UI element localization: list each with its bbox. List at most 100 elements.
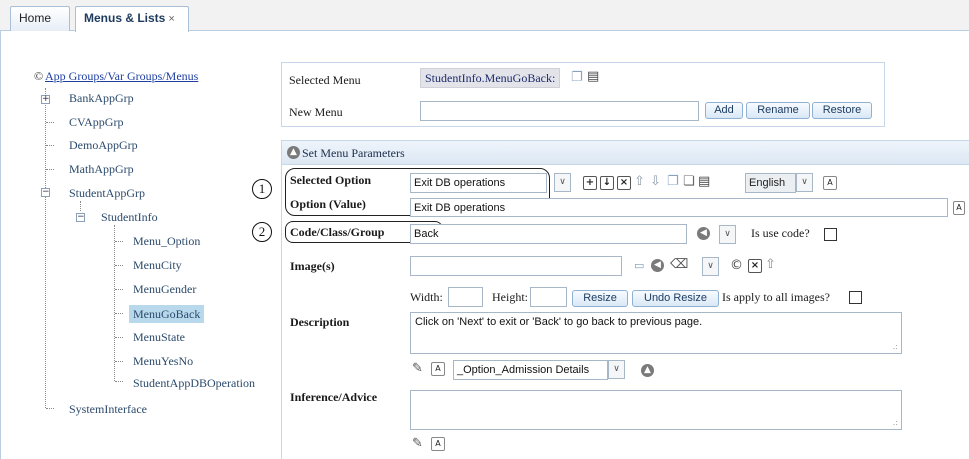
delete-image-icon[interactable]: × (748, 259, 762, 273)
tree-connector (115, 289, 123, 290)
paste-icon[interactable]: ▤ (587, 70, 599, 84)
is-use-code-checkbox[interactable] (824, 228, 837, 241)
tree-item-systeminterface[interactable]: SystemInterface (69, 401, 147, 417)
move-down-icon[interactable]: ⇩ (650, 175, 661, 189)
insert-option-icon[interactable]: ↓ (600, 176, 614, 190)
resize-grip-icon[interactable]: .: (893, 342, 898, 351)
add-button[interactable]: Add (705, 102, 743, 119)
inference-label: Inference/Advice (290, 390, 378, 404)
inference-textarea[interactable]: .: (410, 390, 902, 430)
chevron-down-icon[interactable]: ∨ (702, 257, 719, 276)
images-label: Image(s) (290, 259, 335, 273)
collapse-up-icon[interactable]: ▲ (287, 146, 300, 159)
tree-connector (46, 408, 54, 409)
apply-all-checkbox[interactable] (849, 291, 862, 304)
chevron-left-icon[interactable]: ◀ (697, 227, 710, 240)
tree-item-menugoback[interactable]: MenuGoBack (129, 305, 205, 323)
tree-connector (115, 313, 123, 314)
marker-2: 2 (252, 222, 272, 242)
tab-menus-lists[interactable]: Menus & Lists × (75, 6, 189, 32)
tree-connector (115, 337, 123, 338)
menu-tree: © App Groups/Var Groups/Menus + BankAppG… (0, 31, 275, 459)
width-input[interactable] (448, 287, 483, 307)
spellcheck-icon[interactable]: A (431, 362, 445, 376)
tab-home[interactable]: Home (10, 6, 70, 31)
tree-connector (46, 122, 54, 123)
tree-item-menucity[interactable]: MenuCity (133, 257, 182, 273)
tree-item-menuyesno[interactable]: MenuYesNo (133, 353, 193, 369)
undo-resize-button[interactable]: Undo Resize (632, 290, 719, 307)
height-input[interactable] (530, 287, 567, 307)
tree-connector (114, 225, 115, 381)
code-label: Code/Class/Group (290, 225, 385, 239)
rename-button[interactable]: Rename (746, 102, 810, 119)
marker-1: 1 (252, 179, 272, 199)
language-select[interactable]: English (745, 173, 796, 193)
image-icon[interactable]: ▭ (634, 259, 644, 273)
tree-root[interactable]: App Groups/Var Groups/Menus (45, 68, 198, 84)
tree-item-studentappgrp[interactable]: StudentAppGrp (69, 185, 145, 201)
tab-home-label: Home (19, 11, 52, 25)
collapse-icon[interactable]: − (76, 213, 85, 222)
edit-icon[interactable]: ✎ (412, 437, 423, 451)
duplicate-icon[interactable]: ❏ (683, 175, 695, 189)
copyright-icon[interactable]: © (730, 259, 743, 273)
tree-item-bankappgrp[interactable]: BankAppGrp (69, 90, 134, 106)
tree-item-mathappgrp[interactable]: MathAppGrp (69, 161, 134, 177)
tree-item-demoappgrp[interactable]: DemoAppGrp (69, 137, 138, 153)
edit-icon[interactable]: ✎ (412, 362, 423, 376)
selected-option-label: Selected Option (290, 173, 371, 187)
tree-connector (80, 201, 81, 211)
resize-button[interactable]: Resize (572, 290, 628, 307)
code-input[interactable]: Back (410, 224, 687, 244)
new-menu-input[interactable] (420, 101, 699, 121)
tree-connector (115, 265, 123, 266)
tree-connector (45, 88, 46, 408)
tab-menus-lists-label: Menus & Lists (84, 11, 166, 25)
restore-button[interactable]: Restore (812, 102, 872, 119)
selected-option-select[interactable]: Exit DB operations (410, 173, 547, 193)
tree-connector (46, 145, 54, 146)
description-textarea[interactable]: Click on 'Next' to exit or 'Back' to go … (410, 312, 902, 354)
tree-item-menustate[interactable]: MenuState (133, 329, 185, 345)
height-label: Height: (492, 290, 528, 304)
description-text: Click on 'Next' to exit or 'Back' to go … (415, 316, 703, 328)
selected-menu-label: Selected Menu (289, 73, 361, 87)
chevron-down-icon[interactable]: ∨ (608, 360, 625, 379)
delete-option-icon[interactable]: × (617, 176, 631, 190)
tree-item-studentinfo[interactable]: StudentInfo (101, 209, 158, 225)
chevron-down-icon[interactable]: ∨ (554, 173, 571, 192)
spellcheck-icon[interactable]: A (953, 201, 965, 215)
option-value-label: Option (Value) (290, 197, 366, 211)
add-option-icon[interactable]: + (583, 176, 597, 190)
apply-all-label: Is apply to all images? (722, 290, 830, 304)
expand-icon[interactable]: + (41, 95, 50, 104)
chevron-down-icon[interactable]: ∨ (719, 225, 736, 244)
params-header[interactable]: ▲ Set Menu Parameters (282, 141, 969, 165)
spellcheck-icon[interactable]: A (823, 176, 837, 190)
template-select[interactable]: _Option_Admission Details (453, 360, 608, 380)
backspace-icon[interactable]: ⌫ (670, 258, 688, 272)
is-use-code-label: Is use code? (751, 226, 810, 240)
copy-icon[interactable]: ❐ (667, 175, 679, 189)
move-up-icon[interactable]: ⇧ (634, 175, 645, 189)
chevron-up-icon[interactable]: ▲ (641, 364, 654, 377)
tree-item-studentappdboperation[interactable]: StudentAppDBOperation (133, 375, 255, 391)
paste-icon[interactable]: ▤ (698, 175, 710, 189)
images-input[interactable] (410, 256, 622, 276)
copy-icon[interactable]: ❐ (571, 71, 583, 85)
new-menu-label: New Menu (289, 105, 343, 119)
option-value-input[interactable]: Exit DB operations (410, 198, 948, 217)
upload-icon[interactable]: ⇧ (765, 258, 776, 272)
resize-grip-icon[interactable]: .: (893, 418, 898, 427)
tree-item-cvappgrp[interactable]: CVAppGrp (69, 114, 123, 130)
collapse-icon[interactable]: − (41, 188, 50, 197)
chevron-left-icon[interactable]: ◀ (651, 259, 664, 272)
tree-item-menugender[interactable]: MenuGender (133, 281, 196, 297)
tree-connector (115, 381, 123, 382)
spellcheck-icon[interactable]: A (431, 437, 445, 451)
tree-item-menu-option[interactable]: Menu_Option (133, 233, 200, 249)
tree-connector (115, 241, 123, 242)
close-tab-icon[interactable]: × (168, 13, 174, 25)
chevron-down-icon[interactable]: ∨ (796, 173, 813, 192)
